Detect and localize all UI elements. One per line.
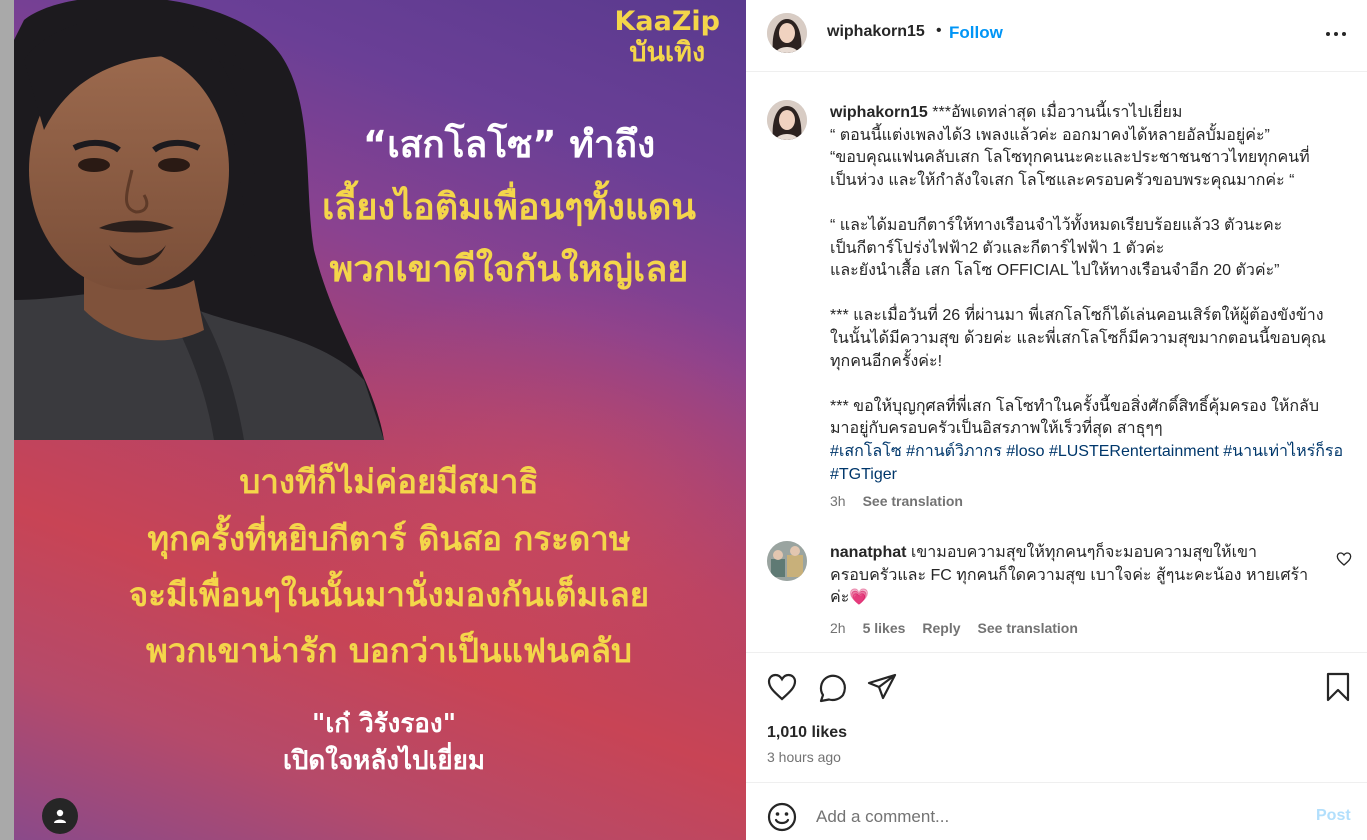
- likes-count[interactable]: 1,010 likes: [767, 724, 847, 742]
- comment-see-translation[interactable]: See translation: [978, 620, 1078, 636]
- comment-likes[interactable]: 5 likes: [863, 620, 906, 636]
- comments-section[interactable]: wiphakorn15 ***อัพเดทล่าสุด เมื่อวานนี้เ…: [746, 73, 1367, 653]
- comment-meta: 2h 5 likes Reply See translation: [830, 620, 1078, 636]
- brand-line-1: KaaZip: [614, 6, 720, 37]
- user-icon: [54, 809, 66, 823]
- emoji-icon[interactable]: [766, 801, 798, 833]
- comment-body: nanatphat เขามอบความสุขให้ทุกคนๆก็จะมอบค…: [830, 542, 1320, 610]
- post-time-ago[interactable]: 3 hours ago: [767, 749, 841, 765]
- add-comment-bar: Post: [746, 782, 1367, 840]
- save-bookmark-icon[interactable]: [1322, 671, 1354, 703]
- caption-username[interactable]: wiphakorn15: [830, 104, 928, 121]
- commenter-avatar[interactable]: [767, 541, 807, 581]
- like-heart-icon[interactable]: [766, 671, 798, 703]
- caption-meta: 3h See translation: [830, 493, 963, 509]
- post-actions: 1,010 likes 3 hours ago: [746, 652, 1367, 782]
- caption-text: ***อัพเดทล่าสุด เมื่อวานนี้เราไปเยี่ยม “…: [830, 104, 1326, 438]
- author-avatar[interactable]: [767, 13, 807, 53]
- header-separator: •: [936, 22, 942, 39]
- share-send-icon[interactable]: [866, 671, 898, 703]
- quote-line-1: บางทีก็ไม่ค่อยมีสมาธิ: [239, 462, 539, 501]
- post-image: KaaZip บันเทิง “เสกโลโซ” ทำถึง เลี้ยงไอต…: [14, 0, 746, 840]
- add-comment-input[interactable]: [816, 803, 1286, 831]
- quote-line-3: จะมีเพื่อนๆในนั้นมานั่งมองกันเต็มเลย: [128, 575, 650, 614]
- post-caption: wiphakorn15 ***อัพเดทล่าสุด เมื่อวานนี้เ…: [830, 102, 1350, 486]
- caption-avatar[interactable]: [767, 100, 807, 140]
- headline-white: “เสกโลโซ” ทำถึง: [362, 123, 656, 166]
- post-header: wiphakorn15 • Follow: [746, 0, 1367, 72]
- tagged-users-button[interactable]: [42, 798, 78, 834]
- commenter-username[interactable]: nanatphat: [830, 544, 906, 561]
- credit-line-1: "เก๋ วิรังรอง": [311, 709, 457, 739]
- credit-line-2: เปิดใจหลังไปเยี่ยม: [282, 746, 486, 776]
- author-username[interactable]: wiphakorn15: [827, 23, 925, 41]
- avatar-image: [767, 541, 807, 581]
- post-side-panel: wiphakorn15 • Follow wiphakorn15 ***อัพเ…: [746, 0, 1367, 840]
- headline-yellow-1: เลี้ยงไอติมเพื่อนๆทั้งแดน: [322, 187, 696, 228]
- caption-see-translation[interactable]: See translation: [863, 493, 963, 509]
- brand-logo: KaaZip บันเทิง: [614, 6, 720, 68]
- comment-reply-button[interactable]: Reply: [922, 620, 960, 636]
- comment-time[interactable]: 2h: [830, 620, 846, 636]
- more-options-icon[interactable]: [1324, 22, 1348, 46]
- quote-line-4: พวกเขาน่ารัก บอกว่าเป็นแฟนคลับ: [146, 631, 632, 670]
- quote-line-2: ทุกครั้งที่หยิบกีตาร์ ดินสอ กระดาษ: [147, 519, 631, 558]
- avatar-image: [767, 100, 807, 140]
- post-comment-button[interactable]: Post: [1316, 807, 1351, 825]
- avatar-image: [767, 13, 807, 53]
- follow-button[interactable]: Follow: [949, 23, 1003, 43]
- caption-hashtags[interactable]: #เสกโลโซ #กานต์วิภากร #loso #LUSTERenter…: [830, 443, 1348, 483]
- caption-time[interactable]: 3h: [830, 493, 846, 509]
- left-edge-strip: [0, 0, 14, 840]
- comment-bubble-icon[interactable]: [816, 671, 848, 703]
- headline-yellow-2: พวกเขาดีใจกันใหญ่เลย: [329, 249, 689, 290]
- comment-heart-icon[interactable]: [1336, 551, 1352, 567]
- brand-line-2: บันเทิง: [629, 37, 706, 68]
